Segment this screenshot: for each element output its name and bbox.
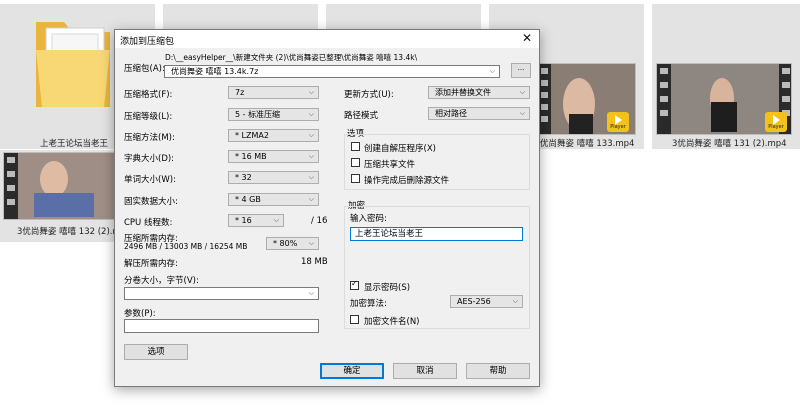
chevron-down-icon: ⌵ <box>308 195 314 203</box>
level-select[interactable]: 5 - 标准压缩 ⌵ <box>228 108 319 121</box>
chevron-down-icon: ⌵ <box>308 131 314 139</box>
mem-decomp-label: 解压所需内存: <box>124 259 178 269</box>
player-badge: Player <box>765 112 787 132</box>
archive-path: D:\__easyHelper__\新建文件夹 (2)\优尚舞姿已整理\优尚舞姿… <box>165 53 418 62</box>
show-password-label: 显示密码(S) <box>364 283 411 293</box>
chevron-down-icon: ⌵ <box>308 110 314 118</box>
chevron-down-icon: ⌵ <box>512 297 518 305</box>
add-to-archive-dialog: 添加到压缩包 ✕ 压缩包(A): D:\__easyHelper__\新建文件夹… <box>114 29 540 387</box>
dict-label: 字典大小(D): <box>124 154 175 164</box>
video-thumbnail-133[interactable]: Player <box>538 63 636 135</box>
delete-after-checkbox[interactable] <box>351 174 360 183</box>
encrypt-names-label: 加密文件名(N) <box>364 317 420 327</box>
update-mode-select[interactable]: 添加并替换文件 ⌵ <box>428 86 530 99</box>
folder-label: 上老王论坛当老王 <box>40 139 109 149</box>
mem-percent-select[interactable]: * 80% ⌵ <box>266 237 319 250</box>
video-label-131: 3优尚舞姿 嘻嘻 131 (2).mp4 <box>672 139 787 149</box>
chevron-down-icon: ⌵ <box>489 67 495 75</box>
player-badge: Player <box>607 112 629 132</box>
update-label: 更新方式(U): <box>344 90 394 100</box>
chevron-down-icon: ⌵ <box>273 216 279 224</box>
mem-comp-value: 2496 MB / 13003 MB / 16254 MB <box>124 242 248 251</box>
method-label: 压缩方法(M): <box>124 133 175 143</box>
split-label: 分卷大小，字节(V): <box>124 276 199 286</box>
cpu-select[interactable]: * 16 ⌵ <box>228 214 284 227</box>
encrypt-names-checkbox[interactable] <box>350 315 359 324</box>
video-thumbnail-132[interactable] <box>3 152 115 220</box>
archive-label: 压缩包(A): <box>124 64 165 74</box>
level-label: 压缩等级(L): <box>124 112 173 122</box>
sfx-label: 创建自解压程序(X) <box>364 144 436 154</box>
password-label: 输入密码: <box>350 214 387 224</box>
browse-button[interactable]: ... <box>511 63 531 78</box>
chevron-down-icon: ⌵ <box>519 88 525 96</box>
params-input[interactable] <box>124 319 319 333</box>
video-label-133: 优尚舞姿 嘻嘻 133.mp4 <box>540 139 635 149</box>
cancel-button[interactable]: 取消 <box>393 363 457 379</box>
mem-decomp-value: 18 MB <box>301 257 328 267</box>
show-password-checkbox[interactable] <box>350 279 359 290</box>
close-icon[interactable]: ✕ <box>522 31 532 45</box>
enc-method-select[interactable]: AES-256 ⌵ <box>450 295 523 308</box>
chevron-down-icon: ⌵ <box>308 289 314 297</box>
shared-label: 压缩共享文件 <box>364 160 416 170</box>
enc-method-label: 加密算法: <box>350 299 387 309</box>
title-bar: 添加到压缩包 ✕ <box>115 30 539 48</box>
path-mode-select[interactable]: 相对路径 ⌵ <box>428 107 530 120</box>
chevron-down-icon: ⌵ <box>308 239 314 247</box>
format-select[interactable]: 7z ⌵ <box>228 86 319 99</box>
chevron-down-icon: ⌵ <box>519 109 525 117</box>
dict-select[interactable]: * 16 MB ⌵ <box>228 150 319 163</box>
word-label: 单词大小(W): <box>124 175 176 185</box>
options-button[interactable]: 选项 <box>124 344 188 360</box>
archive-name-combo[interactable]: 优尚舞姿 嘻嘻 13.4k.7z ⌵ <box>164 65 500 78</box>
delete-after-label: 操作完成后删除源文件 <box>364 176 450 186</box>
path-mode-label: 路径模式 <box>344 111 379 121</box>
format-label: 压缩格式(F): <box>124 90 173 100</box>
cpu-total: / 16 <box>311 216 328 226</box>
solid-label: 固实数据大小: <box>124 197 178 207</box>
cpu-label: CPU 线程数: <box>124 218 173 228</box>
shared-checkbox[interactable] <box>351 158 360 167</box>
dialog-title: 添加到压缩包 <box>120 37 175 47</box>
chevron-down-icon: ⌵ <box>308 152 314 160</box>
password-input[interactable]: 上老王论坛当老王 <box>350 227 523 241</box>
params-label: 参数(P): <box>124 309 156 319</box>
chevron-down-icon: ⌵ <box>308 88 314 96</box>
method-select[interactable]: * LZMA2 ⌵ <box>228 129 319 142</box>
solid-select[interactable]: * 4 GB ⌵ <box>228 193 319 206</box>
chevron-down-icon: ⌵ <box>308 173 314 181</box>
folder-icon <box>28 12 118 115</box>
help-button[interactable]: 帮助 <box>466 363 530 379</box>
split-size-combo[interactable]: ⌵ <box>124 287 319 300</box>
ok-button[interactable]: 确定 <box>320 363 384 379</box>
video-thumbnail-131[interactable]: Player <box>656 63 792 135</box>
sfx-checkbox[interactable] <box>351 142 360 151</box>
encrypt-group <box>344 206 530 329</box>
word-select[interactable]: * 32 ⌵ <box>228 171 319 184</box>
